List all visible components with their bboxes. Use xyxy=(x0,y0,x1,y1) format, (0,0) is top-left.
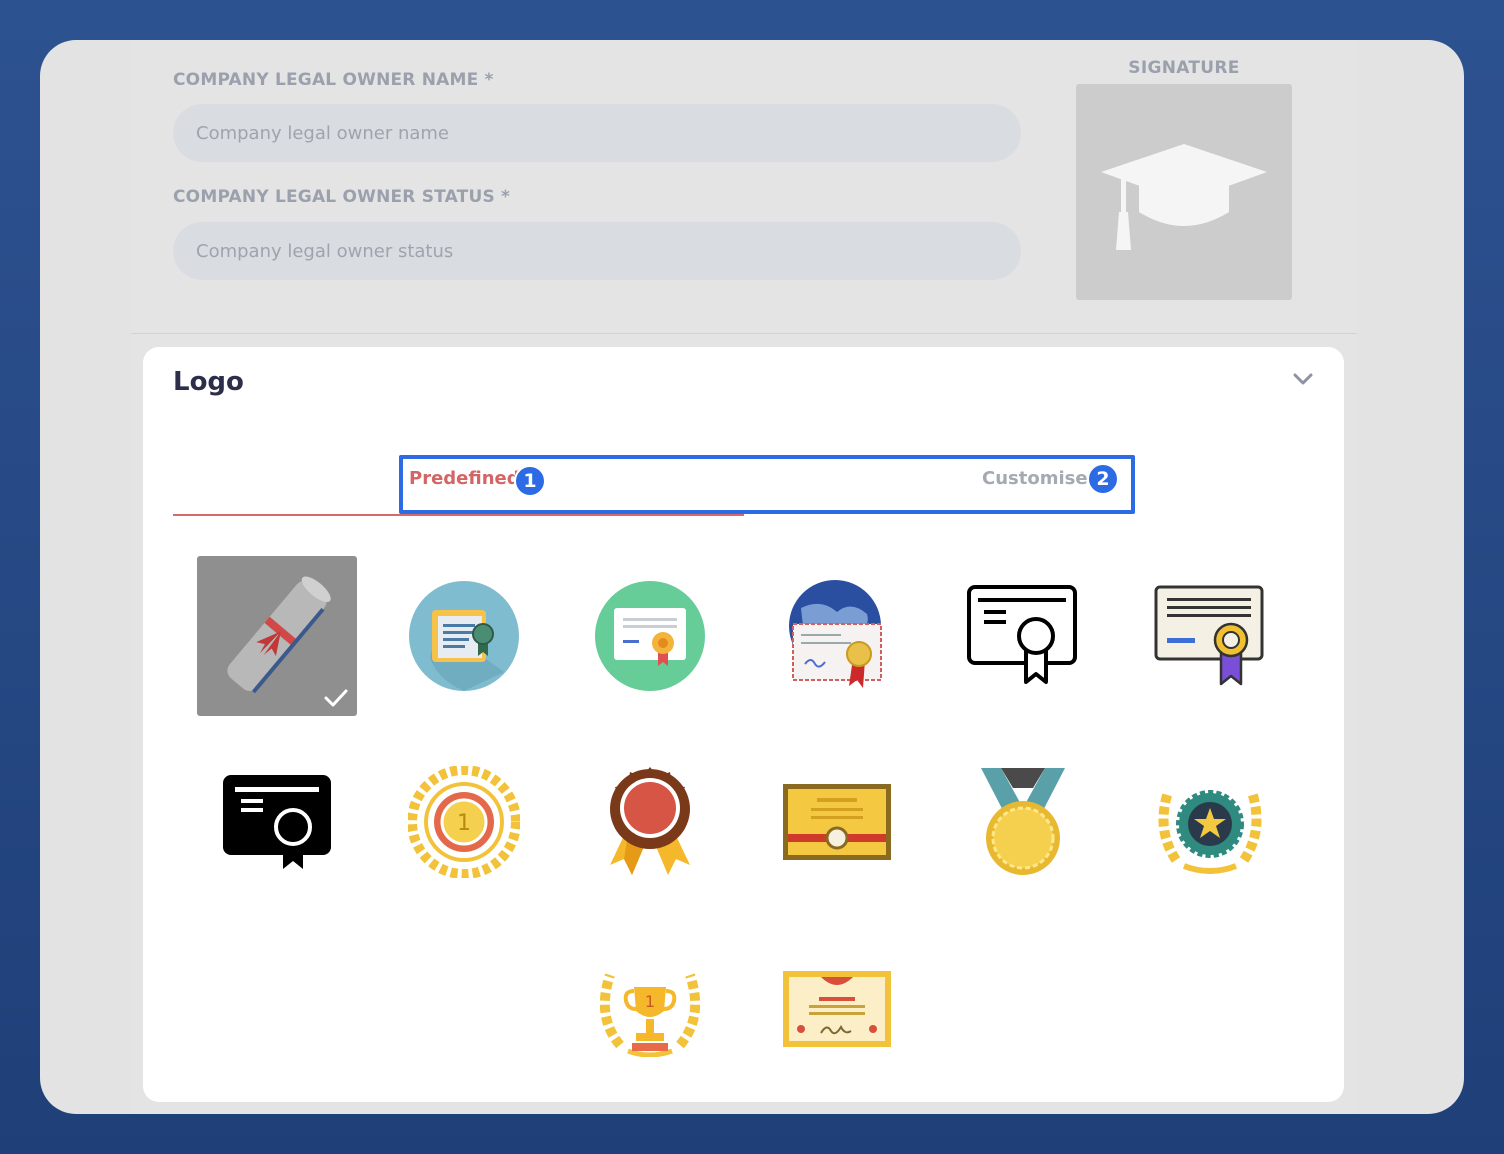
logo-option-laurel-star-badge[interactable] xyxy=(1130,742,1290,902)
logo-option-certificate-solid[interactable] xyxy=(197,742,357,902)
logo-option-diploma-scroll[interactable] xyxy=(197,556,357,716)
logo-option-certificate-document-circle[interactable] xyxy=(384,556,544,716)
owner-status-input[interactable] xyxy=(173,222,1021,280)
logo-option-certificate-ribbon[interactable] xyxy=(1130,556,1290,716)
tab-customise-label: Customise xyxy=(982,468,1088,489)
logo-option-globe-certificate[interactable] xyxy=(757,556,917,716)
chevron-down-icon xyxy=(1293,373,1313,385)
signature-upload[interactable] xyxy=(1076,84,1292,300)
app-window: COMPANY LEGAL OWNER NAME * COMPANY LEGAL… xyxy=(40,40,1464,1114)
certificate-outline-icon xyxy=(967,585,1077,684)
tab-predefined[interactable]: Predefined xyxy=(409,468,520,489)
logo-option-certificate-outline[interactable] xyxy=(943,556,1103,716)
certificate-solid-icon xyxy=(223,775,331,869)
logo-option-laurel-trophy[interactable]: 1 xyxy=(570,929,730,1089)
signature-label: SIGNATURE xyxy=(1128,58,1240,78)
certificate-ribbon-icon xyxy=(1154,585,1264,686)
gold-diploma-icon xyxy=(783,784,891,860)
logo-option-laurel-first-place-medal[interactable]: 1 xyxy=(384,742,544,902)
owner-details-section: COMPANY LEGAL OWNER NAME * COMPANY LEGAL… xyxy=(131,40,1357,334)
gold-medal-icon xyxy=(981,768,1065,875)
check-icon xyxy=(324,689,348,707)
owner-name-input[interactable] xyxy=(173,104,1021,162)
active-tab-underline xyxy=(173,514,744,516)
step-badge-1: 1 xyxy=(514,465,546,497)
logo-section-title: Logo xyxy=(173,367,244,397)
svg-text:1: 1 xyxy=(645,992,655,1011)
certificate-document-circle-icon xyxy=(409,581,519,691)
logo-option-award-certificate[interactable] xyxy=(757,929,917,1089)
graduation-cap-icon xyxy=(1101,144,1267,250)
owner-name-label: COMPANY LEGAL OWNER NAME * xyxy=(173,70,494,90)
tab-predefined-label: Predefined xyxy=(409,468,520,489)
rosette-ribbon-icon xyxy=(610,767,690,875)
laurel-first-place-medal-icon: 1 xyxy=(408,766,520,878)
certificate-card-circle-icon xyxy=(595,581,705,691)
svg-text:1: 1 xyxy=(457,811,471,836)
diploma-scroll-icon xyxy=(227,576,331,694)
logo-section: Logo Predefined 1 Customise 2 1 1 xyxy=(143,347,1344,1102)
globe-certificate-icon xyxy=(789,580,882,688)
laurel-star-badge-icon xyxy=(1158,790,1262,874)
owner-status-label: COMPANY LEGAL OWNER STATUS * xyxy=(173,187,511,207)
tab-customise[interactable]: Customise xyxy=(982,468,1088,489)
logo-option-rosette-ribbon[interactable] xyxy=(570,742,730,902)
logo-option-gold-diploma[interactable] xyxy=(757,742,917,902)
laurel-trophy-icon: 1 xyxy=(599,973,701,1057)
logo-option-certificate-card-circle[interactable] xyxy=(570,556,730,716)
award-certificate-icon xyxy=(783,971,891,1047)
logo-section-toggle[interactable] xyxy=(1289,365,1317,393)
step-badge-2: 2 xyxy=(1087,463,1119,495)
logo-option-gold-medal[interactable] xyxy=(943,742,1103,902)
